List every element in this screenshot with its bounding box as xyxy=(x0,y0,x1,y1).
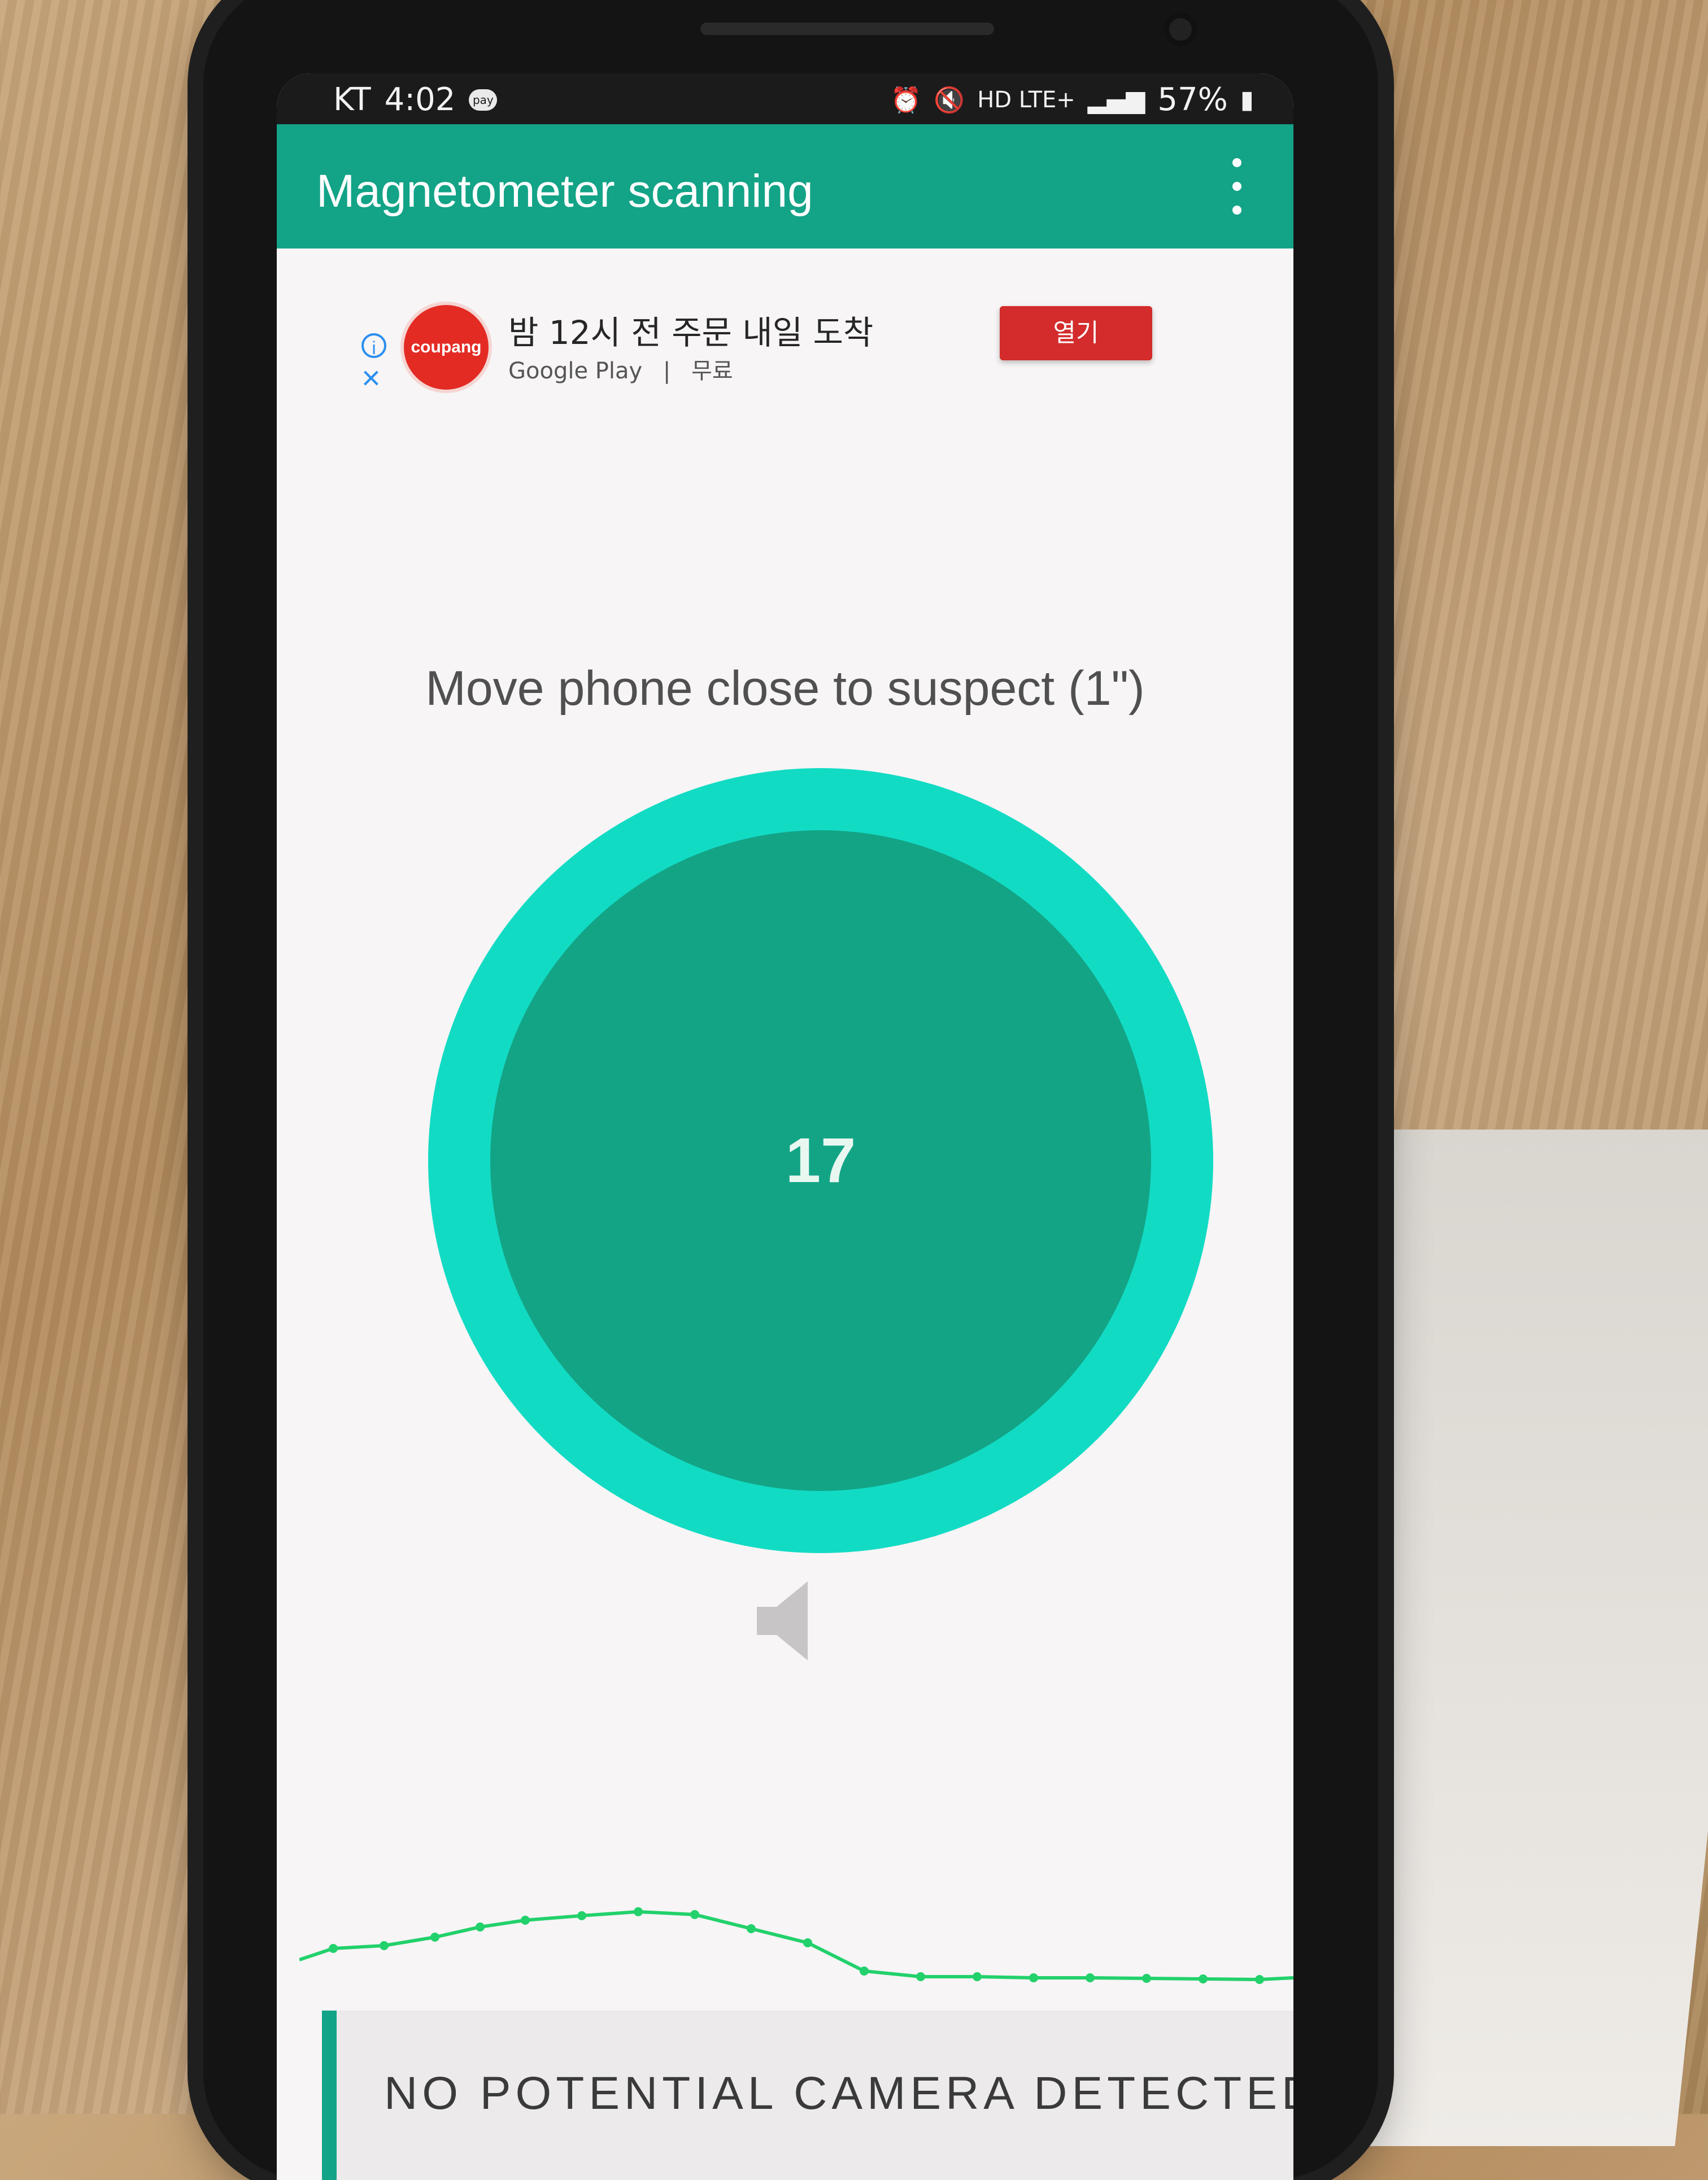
ad-banner[interactable]: i × coupang 밤 12시 전 주문 내일 도착 Google Play… xyxy=(361,277,1209,401)
battery-icon: ▮ xyxy=(1240,85,1254,114)
alarm-icon: ⏰ xyxy=(890,85,922,115)
signal-icon: ▂▄▆ xyxy=(1087,85,1145,114)
ad-headline: 밤 12시 전 주문 내일 도착 xyxy=(508,313,874,352)
coupang-logo: coupang xyxy=(404,305,489,390)
gauge-inner-circle: 17 xyxy=(490,830,1151,1491)
status-bar: KT 4:02 pay ⏰ 🔇 HD LTE+ ▂▄▆ 57% ▮ xyxy=(277,73,1293,124)
more-vert-icon[interactable] xyxy=(1226,158,1248,215)
close-icon[interactable]: × xyxy=(361,362,381,395)
graph-line xyxy=(299,1909,1293,1982)
app-title: Magnetometer scanning xyxy=(316,165,813,217)
battery-label: 57% xyxy=(1157,81,1228,118)
time-label: 4:02 xyxy=(384,81,456,118)
earpiece-speaker xyxy=(700,23,994,35)
magnetometer-gauge: 17 xyxy=(428,768,1213,1553)
pay-badge: pay xyxy=(469,89,498,111)
mute-icon: 🔇 xyxy=(934,85,965,115)
front-camera xyxy=(1164,12,1197,46)
ad-separator: | xyxy=(663,358,671,384)
network-label: HD LTE+ xyxy=(977,86,1075,113)
ad-store: Google Play xyxy=(508,358,643,384)
speaker-icon[interactable] xyxy=(751,1576,819,1666)
ad-open-button[interactable]: 열기 xyxy=(1000,306,1152,360)
result-text: NO POTENTIAL CAMERA DETECTED xyxy=(384,2068,1293,2119)
phone-body: KT 4:02 pay ⏰ 🔇 HD LTE+ ▂▄▆ 57% ▮ Magnet… xyxy=(203,0,1378,2180)
instruction-text: Move phone close to suspect (1") xyxy=(425,661,1145,716)
carrier-label: KT xyxy=(333,81,371,118)
ad-price: 무료 xyxy=(691,358,733,384)
gauge-value: 17 xyxy=(785,1125,856,1196)
ad-subline: Google Play | 무료 xyxy=(508,352,733,385)
app-bar: Magnetometer scanning xyxy=(277,124,1293,248)
phone-screen: KT 4:02 pay ⏰ 🔇 HD LTE+ ▂▄▆ 57% ▮ Magnet… xyxy=(277,73,1293,2180)
info-icon[interactable]: i xyxy=(361,333,386,358)
magnetometer-graph xyxy=(299,1907,1293,1984)
graph-points xyxy=(329,1907,1264,1984)
